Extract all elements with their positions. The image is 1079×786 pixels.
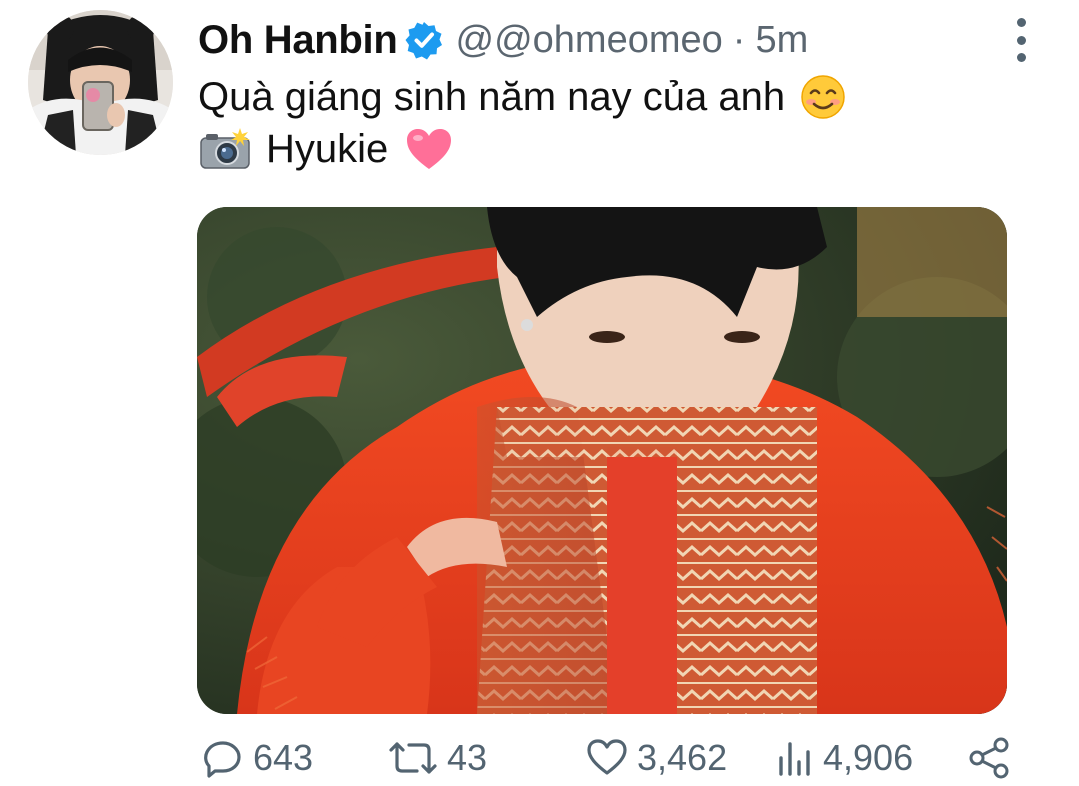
avatar[interactable] (28, 10, 173, 155)
heart-icon (587, 739, 627, 775)
share-button[interactable] (967, 730, 1011, 786)
tweet-actions: 643 43 3,462 4,906 (197, 730, 1027, 786)
reply-count: 643 (253, 737, 314, 778)
views-icon (779, 742, 810, 776)
views-button[interactable]: 4,906 (775, 730, 913, 786)
retweet-count: 43 (447, 737, 488, 778)
tweet-text: Quà giáng sinh năm nay của anh (198, 74, 786, 119)
retweet-icon (389, 742, 437, 774)
tweet-text-line-1: Quà giáng sinh năm nay của anh (198, 72, 849, 122)
separator-dot: · (732, 18, 746, 61)
pink-heart-emoji-icon (404, 126, 454, 172)
photo-image (197, 207, 1007, 714)
reply-icon (204, 741, 241, 778)
tweet-photo[interactable] (197, 207, 1007, 714)
more-options-icon[interactable] (1004, 18, 1038, 62)
author-handle[interactable]: @@ohmeomeo (456, 19, 723, 62)
retweet-button[interactable]: 43 (387, 730, 487, 786)
views-count: 4,906 (823, 737, 914, 778)
tweet-text-line-2: Hyukie (198, 124, 454, 174)
tweet[interactable]: Oh Hanbin @@ohmeomeo · 5m Quà giáng sinh… (0, 0, 1079, 786)
camera-flash-emoji-icon (198, 126, 252, 172)
author-name[interactable]: Oh Hanbin (198, 18, 398, 63)
tweet-header: Oh Hanbin @@ohmeomeo · 5m (198, 14, 808, 66)
share-icon (969, 737, 1009, 779)
reply-button[interactable]: 643 (201, 730, 313, 786)
like-button[interactable]: 3,462 (585, 730, 727, 786)
tweet-timestamp[interactable]: 5m (755, 19, 808, 62)
verified-badge-icon (404, 20, 444, 60)
avatar-image (28, 10, 173, 155)
smiling-face-emoji-icon (797, 74, 849, 120)
tweet-text: Hyukie (266, 126, 389, 171)
like-count: 3,462 (637, 737, 728, 778)
